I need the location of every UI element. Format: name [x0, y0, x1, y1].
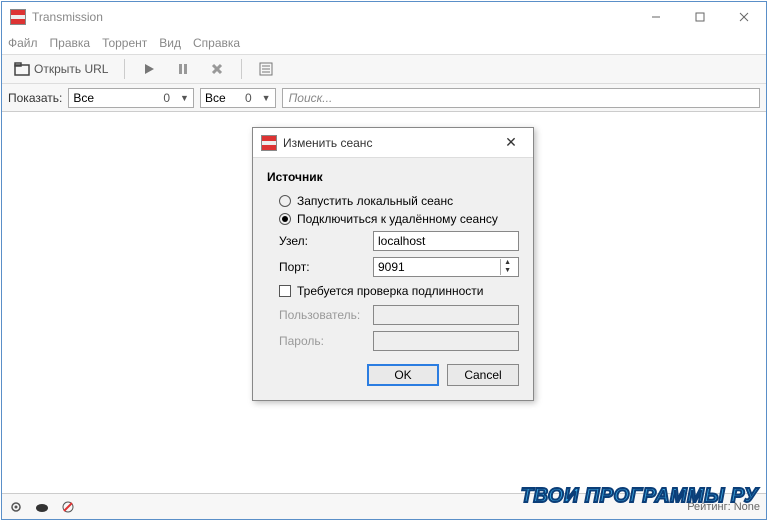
spinner-buttons[interactable]: ▲▼	[500, 259, 514, 275]
list-icon	[258, 61, 274, 77]
remove-button[interactable]	[203, 58, 231, 80]
status-filter-value: Все	[73, 91, 153, 105]
maximize-button[interactable]	[678, 2, 722, 32]
menubar: Файл Правка Торрент Вид Справка	[2, 32, 766, 54]
transmission-icon	[261, 135, 277, 151]
radio-remote-session[interactable]: Подключиться к удалённому сеансу	[267, 210, 519, 228]
tracker-filter-value: Все	[205, 91, 235, 105]
password-input	[373, 331, 519, 351]
close-button[interactable]	[722, 2, 766, 32]
dialog-titlebar: Изменить сеанс ✕	[253, 128, 533, 158]
status-filter-combo[interactable]: Все 0 ▼	[68, 88, 194, 108]
start-button[interactable]	[135, 58, 163, 80]
menu-help[interactable]: Справка	[193, 36, 240, 50]
toolbar-separator	[241, 59, 242, 79]
menu-view[interactable]: Вид	[159, 36, 181, 50]
auth-checkbox-row[interactable]: Требуется проверка подлинности	[267, 280, 519, 302]
toolbar: Открыть URL	[2, 54, 766, 84]
watermark: ТВОИ ПРОГРАММЫ РУ	[521, 485, 758, 508]
port-input[interactable]: 9091 ▲▼	[373, 257, 519, 277]
remove-icon	[209, 61, 225, 77]
chevron-down-icon: ▼	[262, 93, 271, 103]
pause-button[interactable]	[169, 58, 197, 80]
menu-torrent[interactable]: Торрент	[102, 36, 147, 50]
radio-icon	[279, 195, 291, 207]
filterbar: Показать: Все 0 ▼ Все 0 ▼ Поиск...	[2, 84, 766, 112]
play-icon	[141, 61, 157, 77]
open-url-label: Открыть URL	[34, 62, 108, 76]
search-input[interactable]: Поиск...	[282, 88, 760, 108]
host-label: Узел:	[279, 234, 365, 248]
minimize-button[interactable]	[634, 2, 678, 32]
radio-local-session[interactable]: Запустить локальный сеанс	[267, 192, 519, 210]
dialog-close-button[interactable]: ✕	[497, 134, 525, 151]
change-session-dialog: Изменить сеанс ✕ Источник Запустить лока…	[252, 127, 534, 401]
tracker-filter-combo[interactable]: Все 0 ▼	[200, 88, 276, 108]
properties-button[interactable]	[252, 58, 280, 80]
show-label: Показать:	[8, 91, 62, 105]
titlebar: Transmission	[2, 2, 766, 32]
search-placeholder: Поиск...	[289, 91, 333, 105]
network-icon[interactable]	[60, 499, 76, 515]
folder-icon	[14, 61, 30, 77]
menu-file[interactable]: Файл	[8, 36, 38, 50]
host-value: localhost	[378, 234, 425, 248]
radio-remote-label: Подключиться к удалённому сеансу	[297, 212, 498, 226]
cancel-button[interactable]: Cancel	[447, 364, 519, 386]
chevron-down-icon: ▼	[180, 93, 189, 103]
gear-icon[interactable]	[8, 499, 24, 515]
port-label: Порт:	[279, 260, 365, 274]
dialog-title: Изменить сеанс	[283, 136, 497, 150]
host-input[interactable]: localhost	[373, 231, 519, 251]
transmission-icon	[10, 9, 26, 25]
tracker-filter-count: 0	[241, 91, 256, 105]
open-url-button[interactable]: Открыть URL	[8, 58, 114, 80]
checkbox-icon	[279, 285, 291, 297]
section-heading: Источник	[267, 170, 519, 184]
toolbar-separator	[124, 59, 125, 79]
radio-local-label: Запустить локальный сеанс	[297, 194, 453, 208]
status-filter-count: 0	[159, 91, 174, 105]
username-label: Пользователь:	[279, 308, 365, 322]
radio-icon-selected	[279, 213, 291, 225]
password-label: Пароль:	[279, 334, 365, 348]
menu-edit[interactable]: Правка	[50, 36, 91, 50]
turtle-icon[interactable]	[34, 499, 50, 515]
window-title: Transmission	[32, 10, 634, 24]
ok-button[interactable]: OK	[367, 364, 439, 386]
username-input	[373, 305, 519, 325]
pause-icon	[175, 61, 191, 77]
port-value: 9091	[378, 260, 405, 274]
auth-label: Требуется проверка подлинности	[297, 284, 484, 298]
